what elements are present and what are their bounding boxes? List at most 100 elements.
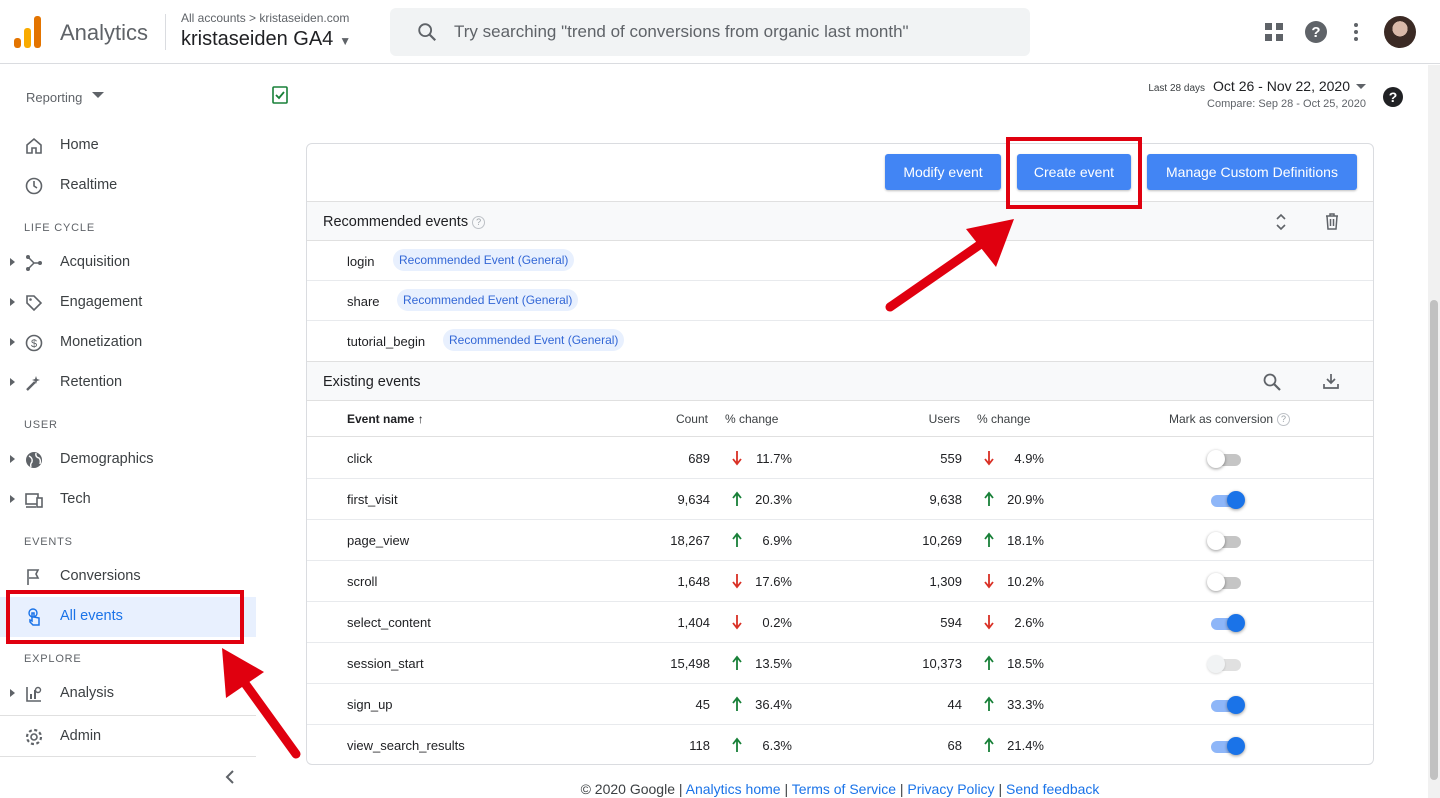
help-circle-icon[interactable]: ?	[1277, 413, 1291, 427]
search-icon[interactable]	[1262, 372, 1282, 392]
count-change: 36.4%	[755, 697, 792, 712]
sidebar-item-monetization[interactable]: $ Monetization	[0, 323, 256, 363]
recommended-chip: Recommended Event (General)	[397, 289, 579, 311]
event-name: scroll	[347, 574, 378, 589]
search-icon	[418, 23, 437, 42]
sidebar-item-label: Tech	[60, 491, 91, 507]
sidebar-item-tech[interactable]: Tech	[0, 480, 256, 520]
footer-link-privacy[interactable]: Privacy Policy	[907, 781, 994, 797]
sidebar-item-home[interactable]: Home	[0, 126, 256, 166]
users-change: 20.9%	[1007, 492, 1044, 507]
svg-text:?: ?	[1389, 89, 1398, 105]
event-name: first_visit	[347, 492, 398, 507]
toggle-thumb	[1227, 491, 1245, 509]
column-header-event-name[interactable]: Event name ↑	[347, 412, 424, 426]
expand-arrow-icon[interactable]	[10, 455, 15, 463]
scrollbar[interactable]	[1428, 65, 1440, 798]
help-icon[interactable]: ?	[1304, 20, 1328, 44]
count-change: 17.6%	[755, 574, 792, 589]
table-row[interactable]: session_start 15,498 13.5% 10,373 18.5%	[307, 643, 1373, 684]
conversion-toggle[interactable]	[1207, 737, 1245, 755]
conversion-toggle[interactable]	[1207, 491, 1245, 509]
expand-arrow-icon[interactable]	[10, 258, 15, 266]
conversion-toggle[interactable]	[1207, 614, 1245, 632]
events-table-header: Event name ↑ Count % change Users % chan…	[307, 401, 1373, 437]
sidebar-item-engagement[interactable]: Engagement	[0, 283, 256, 323]
recommended-row[interactable]: share Recommended Event (General)	[307, 281, 1373, 321]
expand-arrow-icon[interactable]	[10, 689, 15, 697]
event-name: select_content	[347, 615, 431, 630]
footer: © 2020 Google | Analytics home | Terms o…	[580, 781, 1100, 797]
scrollbar-thumb[interactable]	[1430, 300, 1438, 780]
table-row[interactable]: select_content 1,404 0.2% 594 2.6%	[307, 602, 1373, 643]
compare-range: Compare: Sep 28 - Oct 25, 2020	[1207, 98, 1366, 110]
sidebar-item-label: Retention	[60, 374, 123, 390]
sidebar-item-acquisition[interactable]: Acquisition	[0, 243, 256, 283]
footer-link-terms[interactable]: Terms of Service	[792, 781, 896, 797]
download-icon[interactable]	[1321, 371, 1341, 391]
account-breadcrumb[interactable]: All accounts > kristaseiden.com	[181, 11, 349, 25]
conversion-toggle[interactable]	[1207, 532, 1245, 550]
conversion-toggle[interactable]	[1207, 696, 1245, 714]
toggle-thumb	[1207, 532, 1225, 550]
sidebar-item-label: Engagement	[60, 294, 143, 310]
manage-custom-definitions-button[interactable]: Manage Custom Definitions	[1147, 154, 1357, 190]
recommended-row[interactable]: login Recommended Event (General)	[307, 241, 1373, 281]
property-selector[interactable]: kristaseiden GA4 ▼	[181, 28, 351, 51]
annotation-highlight-box	[1006, 137, 1142, 209]
help-icon[interactable]: ?	[1382, 86, 1404, 108]
conversion-toggle[interactable]	[1207, 573, 1245, 591]
search-input[interactable]	[454, 18, 1014, 46]
sidebar-item-realtime[interactable]: Realtime	[0, 166, 256, 206]
apps-grid-icon[interactable]	[1262, 20, 1286, 44]
reporting-label: Reporting	[26, 90, 83, 105]
search-bar[interactable]	[390, 8, 1030, 56]
top-bar: Analytics All accounts > kristaseiden.co…	[0, 0, 1440, 64]
document-check-icon[interactable]	[271, 86, 289, 104]
sidebar-item-label: Analysis	[60, 685, 114, 701]
event-count: 45	[695, 697, 710, 712]
sidebar-item-label: Realtime	[60, 177, 118, 193]
table-row[interactable]: first_visit 9,634 20.3% 9,638 20.9%	[307, 479, 1373, 520]
count-change: 20.3%	[755, 492, 792, 507]
trash-icon[interactable]	[1323, 211, 1341, 231]
table-row[interactable]: view_search_results 118 6.3% 68 21.4%	[307, 725, 1373, 766]
expand-arrow-icon[interactable]	[10, 338, 15, 346]
table-row[interactable]: scroll 1,648 17.6% 1,309 10.2%	[307, 561, 1373, 602]
help-circle-icon[interactable]: ?	[472, 215, 486, 229]
column-header-count[interactable]: Count	[628, 412, 708, 426]
footer-link-feedback[interactable]: Send feedback	[1006, 781, 1099, 797]
recommended-chip: Recommended Event (General)	[443, 329, 625, 351]
column-header-conversion: Mark as conversion?	[1169, 412, 1291, 427]
event-count: 118	[689, 738, 710, 753]
sidebar-item-demographics[interactable]: Demographics	[0, 440, 256, 480]
column-header-count-change[interactable]: % change	[725, 412, 778, 426]
reporting-dropdown[interactable]: Reporting	[26, 90, 104, 105]
conversion-toggle[interactable]	[1207, 450, 1245, 468]
retention-icon	[26, 376, 40, 391]
expand-arrow-icon[interactable]	[10, 298, 15, 306]
footer-link-analytics-home[interactable]: Analytics home	[686, 781, 781, 797]
table-row[interactable]: sign_up 45 36.4% 44 33.3%	[307, 684, 1373, 725]
column-header-users[interactable]: Users	[880, 412, 960, 426]
avatar[interactable]	[1384, 16, 1416, 48]
expand-arrow-icon[interactable]	[10, 378, 15, 386]
app-root: Analytics All accounts > kristaseiden.co…	[0, 0, 1440, 798]
table-row[interactable]: page_view 18,267 6.9% 10,269 18.1%	[307, 520, 1373, 561]
event-users: 44	[947, 697, 962, 712]
event-users: 68	[947, 738, 962, 753]
modify-event-button[interactable]: Modify event	[885, 154, 1001, 190]
section-life-cycle: LIFE CYCLE	[24, 222, 95, 234]
recommended-row[interactable]: tutorial_begin Recommended Event (Genera…	[307, 321, 1373, 361]
dollar-icon: $	[25, 334, 43, 352]
expand-arrow-icon[interactable]	[10, 495, 15, 503]
column-header-users-change[interactable]: % change	[977, 412, 1030, 426]
sidebar-item-retention[interactable]: Retention	[0, 363, 256, 403]
date-range-picker[interactable]: Last 28 days Oct 26 - Nov 22, 2020 Compar…	[1100, 78, 1366, 110]
unfold-icon[interactable]	[1273, 212, 1289, 232]
conversion-toggle[interactable]	[1207, 655, 1245, 673]
table-row[interactable]: click 689 11.7% 559 4.9%	[307, 438, 1373, 479]
analytics-logo-icon[interactable]	[14, 16, 44, 48]
more-vert-icon[interactable]	[1344, 20, 1368, 44]
toggle-thumb	[1207, 573, 1225, 591]
